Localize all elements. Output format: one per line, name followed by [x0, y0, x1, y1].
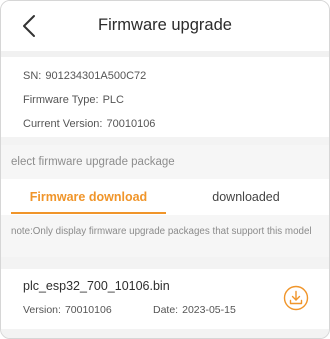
tab-bar: Firmware download downloaded [1, 179, 329, 215]
page-title: Firmware upgrade [98, 16, 232, 34]
file-version-label: Version: [23, 304, 61, 316]
sn-value: 901234301A500C72 [45, 70, 147, 82]
tab-downloaded[interactable]: downloaded [166, 179, 326, 215]
file-version-value: 70010106 [64, 304, 112, 316]
app-frame: Firmware upgrade SN: 901234301A500C72 Fir… [0, 0, 330, 339]
download-button[interactable] [283, 285, 309, 311]
current-version-label: Current Version: [23, 118, 103, 130]
file-version: Version: 70010106 [23, 304, 112, 316]
file-date: Date: 2023-05-15 [153, 304, 236, 316]
header-bar: Firmware upgrade [1, 1, 329, 51]
sn-row: SN: 901234301A500C72 [23, 70, 146, 82]
divider [1, 257, 329, 269]
divider [1, 329, 329, 338]
file-date-value: 2023-05-15 [182, 304, 236, 316]
note-panel: note:Only display firmware upgrade packa… [1, 215, 329, 257]
device-info-panel: SN: 901234301A500C72 Firmware Type: PLC Cu… [1, 57, 329, 137]
download-icon [283, 285, 309, 311]
list-item: plc_esp32_700_10106.bin Version: 70010106… [1, 269, 329, 329]
firmware-type-row: Firmware Type: PLC [23, 94, 124, 106]
note-text: note:Only display firmware upgrade packa… [11, 226, 312, 237]
file-name: plc_esp32_700_10106.bin [23, 279, 170, 293]
file-date-label: Date: [153, 304, 179, 316]
divider [1, 137, 329, 145]
firmware-type-label: Firmware Type: [23, 94, 99, 106]
tab-firmware-download[interactable]: Firmware download [11, 179, 166, 215]
firmware-type-value: PLC [102, 94, 124, 106]
active-tab-indicator [11, 212, 166, 214]
current-version-value: 70010106 [106, 118, 156, 130]
sn-label: SN: [23, 70, 42, 82]
section-label: elect firmware upgrade package [1, 145, 329, 179]
current-version-row: Current Version: 70010106 [23, 118, 155, 130]
